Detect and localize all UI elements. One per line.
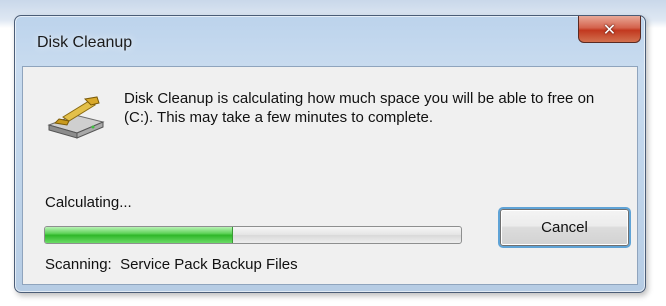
scanning-item: Service Pack Backup Files — [120, 256, 298, 273]
window-title: Disk Cleanup — [37, 34, 133, 51]
close-button[interactable]: ✕ — [578, 16, 641, 43]
cancel-button[interactable]: Cancel — [500, 209, 629, 246]
dialog-message: Disk Cleanup is calculating how much spa… — [124, 90, 595, 126]
scanning-prefix: Scanning: — [45, 256, 112, 273]
progress-bar-fill — [45, 227, 234, 243]
disk-cleanup-icon — [47, 96, 105, 139]
scanning-status: Scanning: Service Pack Backup Files — [45, 256, 298, 273]
progress-bar — [44, 226, 462, 244]
close-icon: ✕ — [602, 19, 617, 39]
dialog-body: Disk Cleanup is calculating how much spa… — [22, 66, 638, 285]
status-label: Calculating... — [45, 194, 132, 211]
disk-cleanup-window: Disk Cleanup ✕ Disk Cleanup is calculati… — [14, 15, 646, 293]
